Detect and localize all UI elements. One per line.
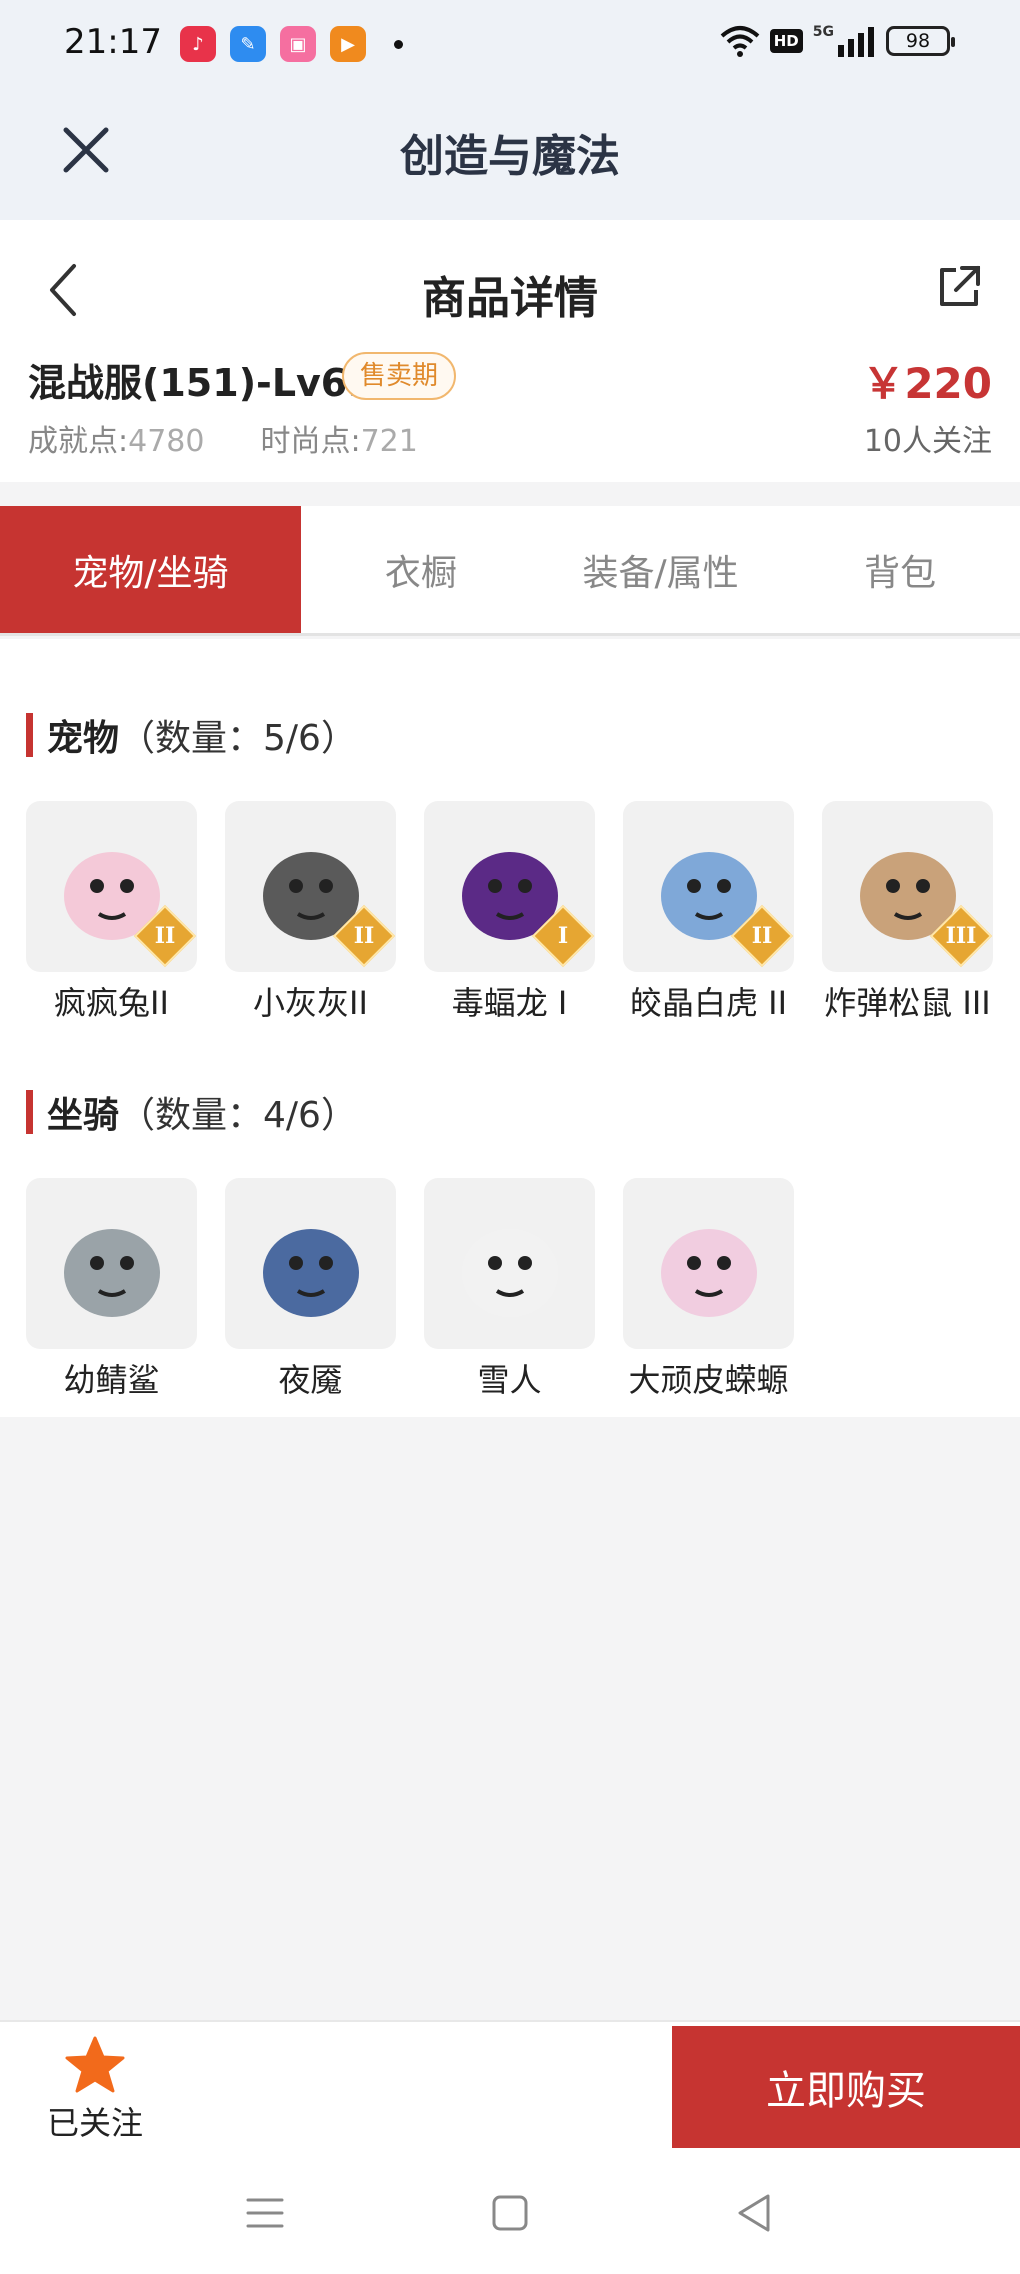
item-name: 大顽皮蝾螈 [628,1361,789,1399]
snowman-icon [461,1228,558,1317]
tab-equipment[interactable]: 装备/属性 [541,506,781,633]
tier-label: II [751,923,773,949]
item-name: 雪人 [477,1361,542,1399]
list-item[interactable]: II 皎晶白虎 II [623,801,794,1024]
notification-dot-icon [394,39,403,49]
mounts-grid: 幼鲭鲨 夜魇 雪人 大顽皮蝾螈 [26,1178,794,1401]
item-thumbnail [623,1178,794,1349]
tab-wardrobe[interactable]: 衣橱 [301,506,541,633]
product-stats: 成就点:4780 时尚点:721 [28,416,418,460]
feather-app-icon: ✎ [230,26,266,62]
system-nav-bar [0,2150,1020,2274]
follower-count: 10人关注 [863,424,992,459]
tier-label: II [154,923,176,949]
list-item[interactable]: II 小灰灰II [225,801,396,1024]
signal-icon [838,27,874,57]
follow-label: 已关注 [46,2104,143,2142]
bilibili-app-icon: ▣ [280,26,316,62]
list-item[interactable]: 大顽皮蝾螈 [623,1178,794,1401]
fashion-stat: 时尚点:721 [260,424,418,459]
night-horse-icon [262,1228,359,1317]
list-item[interactable]: III 炸弹松鼠 III [822,801,993,1024]
app-title: 创造与魔法 [400,131,620,182]
product-price: ￥220 [862,359,992,408]
item-thumbnail: II [225,801,396,972]
item-name: 幼鲭鲨 [63,1361,160,1399]
list-item[interactable]: II 疯疯兔II [26,801,197,1024]
battery-icon: 98 [886,26,955,56]
shark-icon [63,1228,160,1317]
bottom-bar: 已关注 立即购买 [0,2020,1020,2150]
axolotl-icon [660,1228,757,1317]
mounts-section-title: 坐骑 （数量：4/6） [26,1086,357,1138]
buy-now-button[interactable]: 立即购买 [672,2026,1020,2148]
item-thumbnail: II [26,801,197,972]
list-item[interactable]: 雪人 [424,1178,595,1401]
tab-pets-mounts[interactable]: 宠物/坐骑 [0,506,301,633]
list-item[interactable]: I 毒蝠龙 I [424,801,595,1024]
product-header: 商品详情 混战服(151)-Lv69 售卖期 ￥220 成就点:4780 时尚点… [0,220,1020,482]
item-name: 毒蝠龙 I [451,984,568,1022]
pets-section-title: 宠物 （数量：5/6） [26,709,357,761]
tier-label: III [945,923,977,949]
menu-icon[interactable] [240,2188,290,2238]
battery-level: 98 [905,30,931,52]
item-name: 夜魇 [278,1361,343,1399]
video-app-icon: ▶ [330,26,366,62]
tier-label: II [353,923,375,949]
status-time: 21:17 [64,22,162,62]
item-thumbnail: II [623,801,794,972]
app-bar: 创造与魔法 [0,90,1020,220]
item-name: 疯疯兔II [54,984,169,1022]
item-name: 炸弹松鼠 III [824,984,991,1022]
product-name: 混战服(151)-Lv69 [28,361,374,405]
item-thumbnail [26,1178,197,1349]
page-title: 商品详情 [422,273,598,324]
back-nav-icon[interactable] [730,2188,780,2238]
follow-button[interactable]: 已关注 [30,2036,160,2146]
item-thumbnail [424,1178,595,1349]
status-bar: 21:17 ♪ ✎ ▣ ▶ HD 5G 98 [0,0,1020,90]
wifi-icon [720,26,760,57]
tab-backpack[interactable]: 背包 [780,506,1020,633]
section-marker [26,1090,33,1134]
status-badge: 售卖期 [342,352,457,400]
item-name: 皎晶白虎 II [629,984,788,1022]
achievement-stat: 成就点:4780 [28,424,205,459]
pets-grid: II 疯疯兔II II 小灰灰II I 毒蝠龙 I II 皎晶白虎 II III 炸弹松鼠 III [26,801,993,1024]
item-name: 小灰灰II [253,984,368,1022]
home-icon[interactable] [485,2188,535,2238]
tab-content: 宠物 （数量：5/6） II 疯疯兔II II 小灰灰II I 毒蝠龙 I II 皎晶白虎 I… [0,639,1020,1417]
share-icon[interactable] [934,262,984,312]
star-icon [65,2036,125,2093]
list-item[interactable]: 幼鲭鲨 [26,1178,197,1401]
hd-icon: HD [769,29,803,53]
tab-bar: 宠物/坐骑 衣橱 装备/属性 背包 [0,506,1020,636]
music-app-icon: ♪ [180,26,216,62]
list-item[interactable]: 夜魇 [225,1178,396,1401]
status-app-icons: ♪ ✎ ▣ ▶ [180,26,403,62]
tier-label: I [557,923,569,949]
network-label: 5G [812,24,834,40]
item-thumbnail: I [424,801,595,972]
section-marker [26,713,33,757]
item-thumbnail: III [822,801,993,972]
item-thumbnail [225,1178,396,1349]
